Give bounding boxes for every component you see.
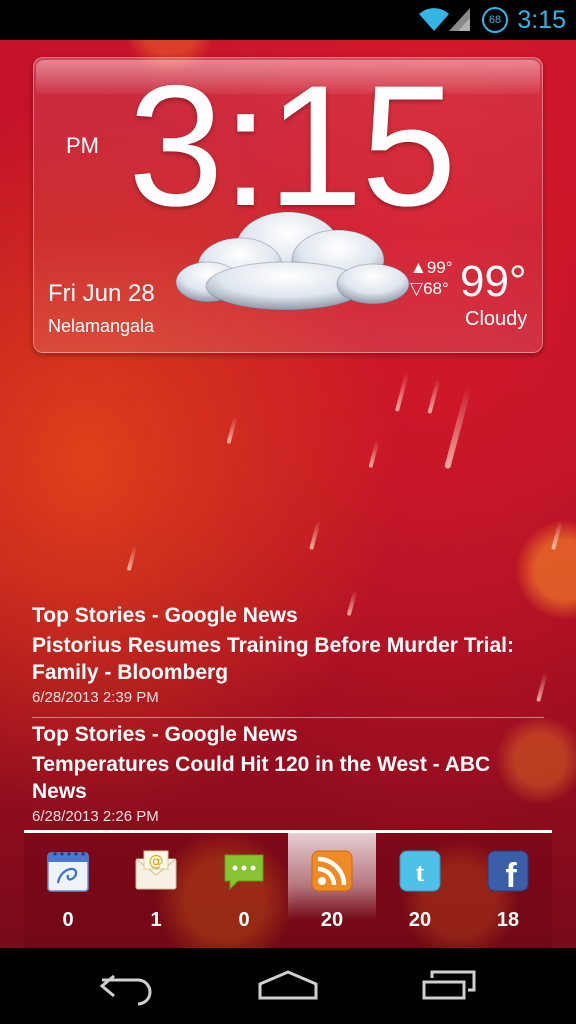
cloud-icon[interactable]: [168, 200, 418, 320]
facebook-count: 18: [496, 909, 520, 931]
status-bar: 68 3:15: [0, 0, 576, 40]
news-item[interactable]: Top Stories - Google News Pistorius Resu…: [32, 603, 544, 714]
sms-icon: [224, 854, 264, 891]
status-time: 3:15: [517, 6, 566, 34]
notification-counter-bar: 0 @ 1 0 20 t 20 f 18: [24, 830, 552, 949]
calendar-icon: [47, 852, 89, 892]
twitter-counter[interactable]: t 20: [376, 833, 464, 949]
news-divider: [32, 717, 544, 718]
twitter-count: 20: [408, 909, 432, 931]
twitter-icon: t: [399, 850, 441, 892]
weather-condition: Cloudy: [465, 308, 528, 330]
news-title[interactable]: Temperatures Could Hit 120 in the West -…: [32, 751, 544, 805]
news-date: 6/28/2013 2:26 PM: [32, 808, 159, 825]
news-source: Top Stories - Google News: [32, 723, 298, 746]
facebook-counter[interactable]: f 18: [464, 833, 552, 949]
news-item[interactable]: Top Stories - Google News Temperatures C…: [32, 722, 544, 833]
sms-counter[interactable]: 0: [200, 833, 288, 949]
news-feed[interactable]: Top Stories - Google News Pistorius Resu…: [32, 603, 544, 833]
back-icon[interactable]: [98, 966, 158, 1006]
news-date: 6/28/2013 2:39 PM: [32, 689, 159, 706]
rss-counter[interactable]: 20: [288, 833, 376, 949]
calendar-count: 0: [62, 909, 74, 931]
ampm-label: PM: [66, 133, 99, 158]
location-label: Nelamangala: [48, 316, 155, 336]
recents-icon[interactable]: [420, 966, 480, 1006]
battery-icon: 68: [482, 7, 508, 33]
rss-count: 20: [320, 909, 344, 931]
signal-icon: [449, 8, 470, 31]
current-temp: 99°: [460, 257, 527, 306]
low-temp: ▽68°: [410, 279, 449, 298]
sms-count: 0: [238, 909, 250, 931]
calendar-counter[interactable]: 0: [24, 833, 112, 949]
email-icon: @: [135, 850, 177, 890]
email-counter[interactable]: @ 1: [112, 833, 200, 949]
svg-text:@: @: [149, 852, 164, 870]
news-title[interactable]: Pistorius Resumes Training Before Murder…: [32, 632, 544, 686]
facebook-icon: f: [487, 850, 529, 893]
date-label: Fri Jun 28: [48, 280, 155, 307]
news-source: Top Stories - Google News: [32, 604, 298, 627]
high-temp: ▲99°: [410, 258, 453, 277]
svg-text:f: f: [505, 857, 517, 893]
email-count: 1: [150, 909, 162, 931]
navigation-bar: [0, 948, 576, 1024]
svg-text:t: t: [416, 858, 425, 887]
home-icon[interactable]: [256, 966, 320, 1006]
rss-icon: [311, 850, 353, 892]
wifi-icon: [419, 8, 449, 32]
